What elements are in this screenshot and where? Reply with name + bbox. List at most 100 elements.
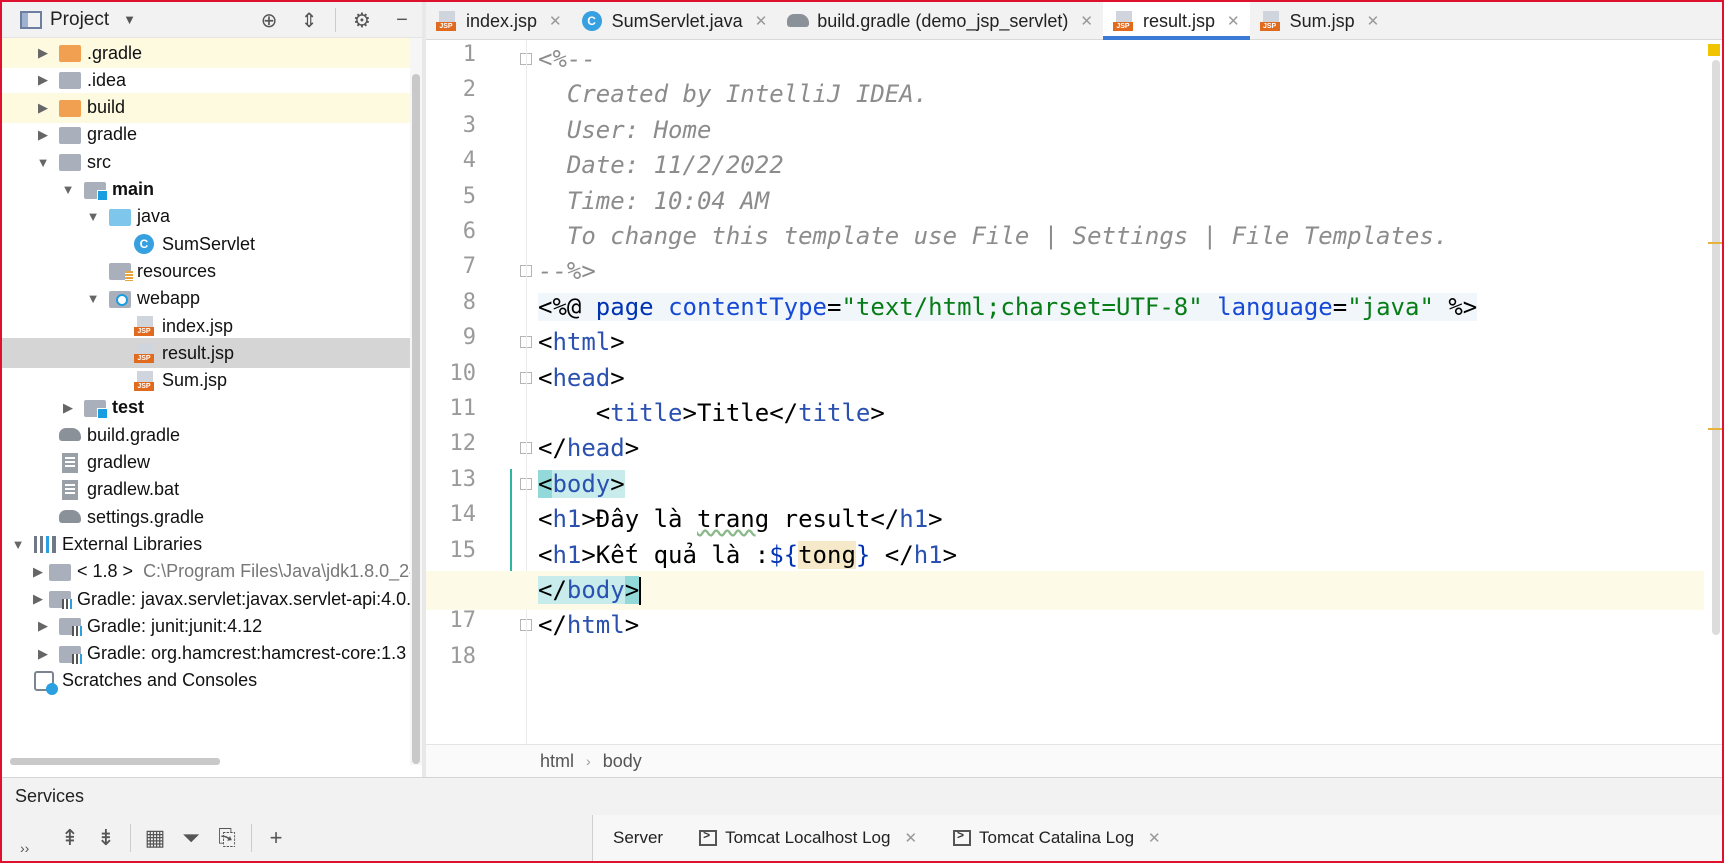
code-line[interactable]: <h1>Kết quả là :${tong} </h1>	[538, 536, 957, 575]
tree-item[interactable]: ▶ test	[2, 393, 414, 423]
editor-tab[interactable]: JSP result.jsp ✕	[1102, 2, 1250, 40]
chevron-down-icon[interactable]: ▼	[83, 209, 103, 224]
more-chevron-icon[interactable]: ››	[20, 840, 29, 856]
breadcrumb-html[interactable]: html	[540, 751, 574, 772]
tree-item[interactable]: ▼ External Libraries	[2, 529, 414, 559]
close-icon[interactable]: ✕	[549, 12, 562, 30]
expand-all-icon[interactable]: ⇞	[52, 825, 88, 851]
project-icon	[20, 10, 42, 29]
tree-item[interactable]: ▶ .gradle	[2, 38, 414, 68]
scrollbar-thumb[interactable]	[1712, 60, 1720, 635]
new-tab-icon[interactable]: ⎘	[209, 825, 245, 851]
code-line[interactable]: User: Home	[538, 111, 712, 150]
hide-icon[interactable]: −	[382, 9, 422, 32]
editor-scrollbar[interactable]	[1704, 40, 1722, 744]
warning-indicator-icon[interactable]	[1708, 44, 1720, 56]
scratches-icon	[34, 670, 58, 695]
tree-item[interactable]: ▼ webapp	[2, 284, 414, 314]
tab-server[interactable]: Server	[613, 828, 663, 848]
chevron-right-icon[interactable]: ▶	[33, 591, 43, 607]
tree-item[interactable]: gradlew.bat	[2, 475, 414, 505]
collapse-all-icon[interactable]: ⇟	[88, 825, 124, 851]
error-stripe-mark[interactable]	[1708, 242, 1722, 244]
scrollbar-thumb[interactable]	[412, 74, 420, 764]
tree-item[interactable]: ▶ Gradle: junit:junit:4.12	[2, 611, 414, 641]
code-line[interactable]: </body>	[426, 571, 1722, 610]
collapse-all-icon[interactable]: ⇕	[289, 8, 329, 33]
chevron-down-icon[interactable]: ▼	[58, 182, 78, 197]
tree-item[interactable]: JSP result.jsp	[2, 338, 414, 369]
jsp-file-icon: JSP	[436, 11, 456, 31]
editor-tab[interactable]: JSP index.jsp ✕	[426, 2, 572, 40]
tree-item[interactable]: ▼ java	[2, 202, 414, 232]
tree-item[interactable]: ▼ src	[2, 147, 414, 177]
project-view-selector[interactable]: Project ▼	[20, 9, 136, 31]
filter-icon[interactable]: ⏷	[173, 825, 209, 851]
code-line[interactable]: <body>	[538, 465, 625, 504]
chevron-right-icon[interactable]: ▶	[33, 564, 43, 580]
chevron-right-icon[interactable]: ▶	[33, 100, 53, 116]
chevron-right-icon[interactable]: ▶	[58, 400, 78, 416]
chevron-down-icon[interactable]: ▼	[33, 155, 53, 170]
tree-item[interactable]: ▶ Gradle: org.hamcrest:hamcrest-core:1.3	[2, 639, 414, 669]
jsp-file-icon: JSP	[134, 316, 154, 336]
error-stripe-mark[interactable]	[1708, 428, 1722, 430]
chevron-right-icon[interactable]: ▶	[33, 45, 53, 61]
tree-item[interactable]: gradlew	[2, 448, 414, 478]
code-line[interactable]: <%@ page contentType="text/html;charset=…	[538, 288, 1478, 327]
chevron-down-icon[interactable]: ▼	[8, 537, 28, 552]
editor-tab[interactable]: build.gradle (demo_jsp_servlet) ✕	[777, 2, 1103, 40]
tree-item[interactable]: settings.gradle	[2, 502, 414, 532]
editor-tab[interactable]: C SumServlet.java ✕	[572, 2, 778, 40]
code-line[interactable]: <h1>Đây là trang result</h1>	[538, 500, 943, 539]
code-line[interactable]: To change this template use File | Setti…	[538, 217, 1448, 256]
tree-item[interactable]: ▼ main	[2, 175, 414, 205]
code-line[interactable]: --%>	[538, 252, 596, 291]
close-icon[interactable]: ✕	[1367, 12, 1380, 30]
locate-icon[interactable]: ⊕	[249, 8, 289, 33]
tree-item[interactable]: ▶ gradle	[2, 120, 414, 150]
tree-item[interactable]: resources	[2, 256, 414, 286]
tree-item[interactable]: JSP Sum.jsp	[2, 366, 414, 396]
chevron-right-icon[interactable]: ▶	[33, 618, 53, 634]
code-line[interactable]: </html>	[538, 606, 639, 645]
tree-item[interactable]: build.gradle	[2, 420, 414, 450]
code-line[interactable]: <%--	[538, 40, 596, 79]
tab-tomcat-localhost-log[interactable]: Tomcat Localhost Log ✕	[699, 828, 917, 848]
tree-item[interactable]: ▶ .idea	[2, 65, 414, 95]
group-by-icon[interactable]: ▦	[137, 825, 173, 851]
code-line[interactable]: Date: 11/2/2022	[538, 146, 784, 185]
tree-item[interactable]: ▶ build	[2, 92, 414, 123]
editor-tab[interactable]: JSP Sum.jsp ✕	[1250, 2, 1390, 40]
close-icon[interactable]: ✕	[1080, 12, 1093, 30]
chevron-right-icon[interactable]: ▶	[33, 127, 53, 143]
chevron-right-icon[interactable]: ▶	[33, 72, 53, 88]
add-icon[interactable]: +	[258, 825, 294, 851]
code-editor[interactable]: 123456789101112131415161718 <%-- Created…	[426, 40, 1722, 744]
code-line[interactable]: </head>	[538, 429, 639, 468]
code-line[interactable]: Time: 10:04 AM	[538, 182, 769, 221]
tab-tomcat-catalina-log[interactable]: Tomcat Catalina Log ✕	[953, 828, 1161, 848]
code-line[interactable]: Created by IntelliJ IDEA.	[538, 75, 928, 114]
chevron-right-icon[interactable]: ▶	[33, 646, 53, 662]
close-icon[interactable]: ✕	[904, 829, 917, 847]
code-line[interactable]: <html>	[538, 323, 625, 362]
project-tree-horizontal-scrollbar[interactable]	[10, 758, 220, 765]
tree-item-label: < 1.8 >	[77, 561, 134, 582]
tree-item[interactable]: JSP index.jsp	[2, 311, 414, 341]
tree-item-label: settings.gradle	[87, 506, 205, 527]
code-line[interactable]: <head>	[538, 359, 625, 398]
close-icon[interactable]: ✕	[1148, 829, 1161, 847]
code-line[interactable]: <title>Title</title>	[538, 394, 885, 433]
tree-item[interactable]: ▶ < 1.8 > C:\Program Files\Java\jdk1.8.0_2…	[2, 557, 419, 587]
close-icon[interactable]: ✕	[1227, 12, 1240, 30]
gear-icon[interactable]: ⚙	[342, 8, 382, 33]
breadcrumb-body[interactable]: body	[603, 751, 642, 772]
chevron-down-icon[interactable]: ▼	[83, 291, 103, 306]
tree-item[interactable]: Scratches and Consoles	[2, 666, 414, 696]
tree-item[interactable]: ▶ Gradle: javax.servlet:javax.servlet-api…	[2, 584, 421, 614]
project-tree-scrollbar[interactable]	[410, 38, 422, 765]
chevron-down-icon[interactable]: ▼	[123, 12, 136, 27]
tree-item[interactable]: C SumServlet	[2, 229, 414, 259]
close-icon[interactable]: ✕	[755, 12, 768, 30]
